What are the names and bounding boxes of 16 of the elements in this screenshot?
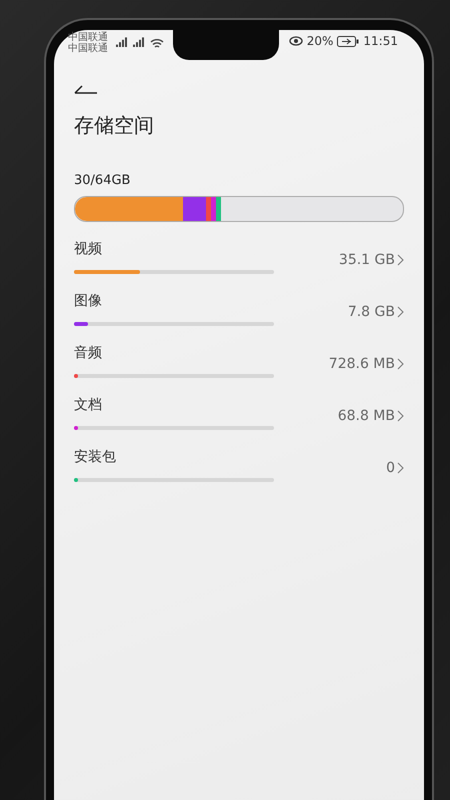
category-name: 音频 xyxy=(74,344,103,362)
storage-usage: 30/64GB xyxy=(74,173,132,188)
clock: 11:51 xyxy=(363,34,398,48)
page-title: 存储空间 xyxy=(74,112,155,139)
category-size[interactable]: 0 xyxy=(386,460,404,476)
category-size[interactable]: 7.8 GB xyxy=(348,304,404,320)
category-name: 图像 xyxy=(74,292,103,310)
category-size[interactable]: 35.1 GB xyxy=(338,252,404,268)
category-size[interactable]: 728.6 MB xyxy=(328,356,404,372)
category-name: 安装包 xyxy=(74,448,117,466)
category-name: 视频 xyxy=(74,240,103,258)
category-size[interactable]: 68.8 MB xyxy=(338,408,404,424)
carrier-label: 中国联通 xyxy=(68,32,108,43)
carrier-label: 中国联通 xyxy=(68,43,108,54)
category-name: 文档 xyxy=(74,396,103,414)
battery-percent: 20% xyxy=(306,34,334,48)
